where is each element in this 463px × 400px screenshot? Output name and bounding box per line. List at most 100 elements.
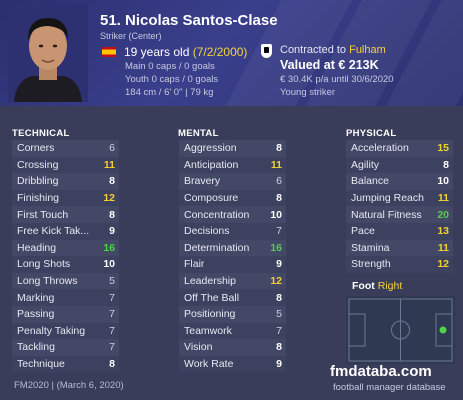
attribute-row: Acceleration 15 [346,140,453,157]
attribute-value: 12 [270,275,282,288]
attribute-row: Leadership 12 [179,272,286,290]
attribute-value: 20 [437,208,449,221]
attribute-name: Free Kick Tak... [17,225,90,238]
attribute-row: Flair 9 [179,256,286,273]
attribute-value: 7 [276,225,282,238]
attribute-value: 16 [270,241,282,254]
attribute-row: Finishing 12 [12,189,119,207]
attribute-name: Marking [17,291,55,304]
attribute-value: 11 [437,192,449,205]
attribute-value: 13 [437,225,449,238]
attribute-name: Jumping Reach [351,192,424,205]
attribute-name: First Touch [17,208,69,221]
attribute-name: Corners [17,142,55,155]
player-header: 51. Nicolas Santos-Clase Striker (Center… [0,0,463,106]
attribute-value: 8 [276,341,282,354]
attribute-name: Teamwork [184,324,232,337]
attribute-row: Passing 7 [12,305,119,323]
attribute-value: 7 [109,341,115,354]
attribute-value: 5 [276,308,282,321]
attribute-value: 12 [103,192,115,205]
mental-title: MENTAL [178,128,219,139]
attribute-row: Free Kick Tak... 9 [12,222,119,240]
site-brand[interactable]: fmdataba.com [330,363,432,380]
attribute-name: Balance [351,175,389,188]
attribute-name: Off The Ball [184,291,240,304]
foot-label: Foot [352,280,375,292]
player-age: 19 years old (7/2/2000) [124,45,247,59]
attribute-value: 7 [109,291,115,304]
physical-title: PHYSICAL [346,128,397,139]
attribute-value: 10 [103,258,115,271]
attribute-name: Vision [184,341,213,354]
attribute-row: Balance 10 [346,173,453,190]
player-name: 51. Nicolas Santos-Clase [100,12,278,29]
date-of-birth: (7/2/2000) [192,45,248,59]
attribute-row: Teamwork 7 [179,322,286,340]
attribute-row: Natural Fitness 20 [346,206,453,223]
attribute-row: Determination 16 [179,239,286,257]
main-caps: Main 0 caps / 0 goals [125,61,215,72]
attribute-row: Vision 8 [179,339,286,356]
attribute-name: Positioning [184,308,236,321]
attribute-name: Work Rate [184,358,234,371]
attribute-row: Off The Ball 8 [179,289,286,306]
youth-caps: Youth 0 caps / 0 goals [125,74,219,85]
attribute-value: 11 [103,158,115,171]
player-position: Striker (Center) [100,31,162,41]
preferred-foot: Foot Right [352,280,402,292]
attribute-value: 11 [437,241,449,254]
contract-info: Contracted to Fulham [280,44,386,56]
attribute-value: 6 [109,142,115,155]
attribute-row: Tackling 7 [12,339,119,356]
attribute-value: 11 [270,158,282,171]
attribute-name: Strength [351,258,391,271]
club-name[interactable]: Fulham [349,44,386,56]
attribute-value: 8 [276,142,282,155]
attribute-value: 8 [443,158,449,171]
attribute-row: Agility 8 [346,156,453,174]
attribute-row: First Touch 8 [12,206,119,223]
player-role: Young striker [280,87,336,98]
attribute-value: 8 [109,358,115,371]
attribute-name: Long Shots [17,258,71,271]
attribute-row: Dribbling 8 [12,173,119,190]
position-pitch [346,296,455,364]
club-badge-icon [261,44,272,58]
attribute-name: Pace [351,225,375,238]
attribute-name: Decisions [184,225,230,238]
attribute-name: Flair [184,258,205,271]
attribute-row: Work Rate 9 [179,355,286,373]
player-avatar [8,4,88,102]
attribute-row: Long Throws 5 [12,272,119,290]
attribute-name: Determination [184,241,250,254]
attribute-row: Composure 8 [179,189,286,207]
attribute-value: 9 [276,358,282,371]
attribute-name: Tackling [17,341,55,354]
foot-value: Right [377,280,403,292]
attribute-value: 7 [109,308,115,321]
attribute-row: Aggression 8 [179,140,286,157]
attribute-name: Heading [17,241,57,254]
attribute-row: Long Shots 10 [12,256,119,273]
attribute-name: Stamina [351,241,390,254]
attribute-row: Decisions 7 [179,222,286,240]
attribute-value: 15 [437,142,449,155]
attribute-name: Penalty Taking [17,324,86,337]
attribute-name: Leadership [184,275,236,288]
attribute-row: Anticipation 11 [179,156,286,174]
attribute-value: 8 [276,291,282,304]
attribute-name: Natural Fitness [351,208,422,221]
attribute-name: Crossing [17,158,59,171]
attribute-name: Aggression [184,142,237,155]
attribute-name: Composure [184,192,239,205]
attribute-value: 8 [109,175,115,188]
technical-attributes: Corners 6 Crossing 11 Dribbling 8 Finishing 12 F… [12,140,119,373]
age-text: 19 years old [124,45,193,59]
attribute-value: 9 [276,258,282,271]
attribute-name: Bravery [184,175,221,188]
attribute-name: Finishing [17,192,60,205]
attribute-value: 8 [109,208,115,221]
attribute-row: Corners 6 [12,140,119,157]
game-version: FM2020 | (March 6, 2020) [14,380,124,391]
